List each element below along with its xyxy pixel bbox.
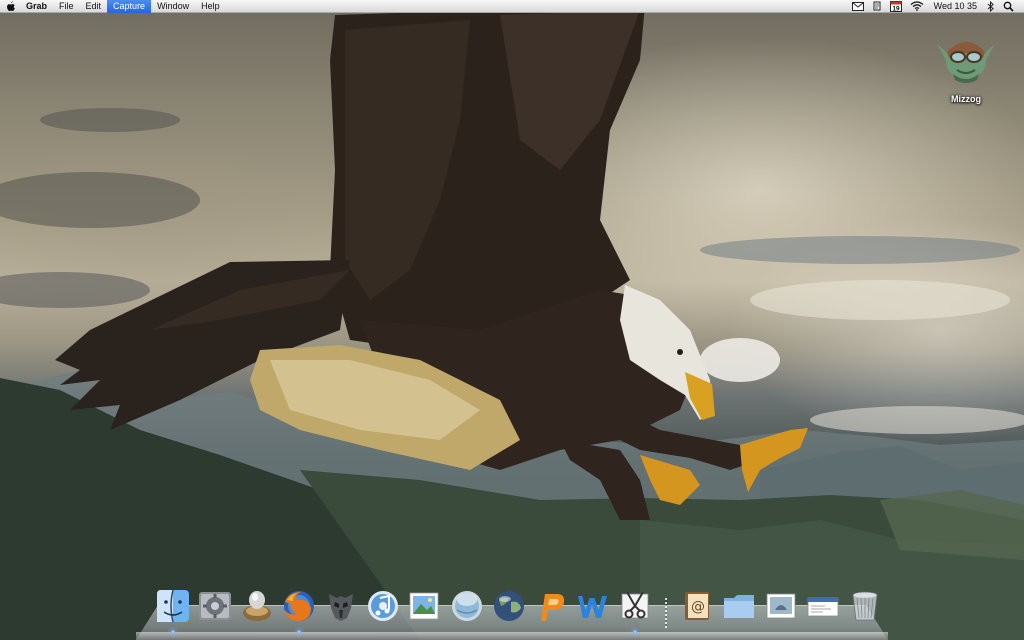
wifi-icon[interactable] xyxy=(906,0,928,13)
earth-globe-icon xyxy=(494,591,524,621)
dock-item-time-machine[interactable] xyxy=(449,588,485,630)
goblin-aviator-icon xyxy=(933,30,999,86)
grab-icon xyxy=(621,591,649,619)
dock-item-pages[interactable] xyxy=(533,588,569,630)
bluetooth-icon[interactable] xyxy=(983,0,999,13)
eagle-wallpaper-illustration xyxy=(0,5,1024,640)
finder-icon xyxy=(157,589,189,623)
itunes-icon xyxy=(368,591,398,621)
desktop-icon-label: Mizzog xyxy=(951,94,981,104)
address-book-icon: @ xyxy=(685,592,709,620)
dock-item-itunes[interactable] xyxy=(365,588,401,630)
photo-stack-icon xyxy=(766,593,796,619)
mail-icon[interactable] xyxy=(848,0,868,13)
trash-icon xyxy=(852,591,878,621)
dock-stack-mail[interactable] xyxy=(805,588,841,630)
dock-item-wordpress[interactable] xyxy=(575,588,611,630)
dock-separator xyxy=(665,598,667,628)
menu-edit[interactable]: Edit xyxy=(80,0,108,13)
running-indicator xyxy=(171,630,175,634)
desktop-wallpaper xyxy=(0,0,1024,640)
dock-item-growl[interactable] xyxy=(239,588,275,630)
dock-stack-photos[interactable] xyxy=(763,588,799,630)
iphoto-icon xyxy=(409,592,439,620)
script-icon[interactable] xyxy=(868,0,886,13)
dock-item-autobots[interactable] xyxy=(323,588,359,630)
system-preferences-icon xyxy=(199,592,231,620)
dock-shelf-edge xyxy=(136,632,888,640)
dock-stack-address-book[interactable]: @ xyxy=(679,588,715,630)
time-machine-icon xyxy=(452,591,482,621)
desktop-icon-mizzog[interactable]: Mizzog xyxy=(928,30,1004,110)
menu-capture[interactable]: Capture xyxy=(107,0,152,13)
calendar-day: 19 xyxy=(892,5,900,11)
growl-icon xyxy=(243,591,271,621)
dock-item-iphoto[interactable] xyxy=(407,588,443,630)
dock-stack-documents[interactable] xyxy=(721,588,757,630)
menu-bar: Grab File Edit Capture Window Help 19 We… xyxy=(0,0,1024,13)
menu-bar-left: Grab File Edit Capture Window Help xyxy=(0,0,226,13)
autobots-icon xyxy=(329,594,353,621)
menu-help[interactable]: Help xyxy=(195,0,226,13)
running-indicator xyxy=(297,630,301,634)
dock-item-earth[interactable] xyxy=(491,588,527,630)
svg-text:@: @ xyxy=(691,599,705,615)
firefox-icon xyxy=(284,591,314,621)
menu-file[interactable]: File xyxy=(53,0,80,13)
dock-item-finder[interactable] xyxy=(155,588,191,634)
menu-bar-status: 19 Wed 10 35 xyxy=(848,0,1024,13)
menu-window[interactable]: Window xyxy=(151,0,195,13)
calendar-icon[interactable]: 19 xyxy=(886,0,906,13)
dock-item-firefox[interactable] xyxy=(281,588,317,634)
running-indicator xyxy=(633,630,637,634)
mail-stack-icon xyxy=(807,597,839,617)
pages-p-icon xyxy=(541,594,565,621)
dock-item-system-preferences[interactable] xyxy=(197,588,233,630)
wordpress-w-icon xyxy=(578,596,607,618)
dock: @ xyxy=(155,586,883,634)
dock-trash[interactable] xyxy=(847,588,883,630)
menu-clock[interactable]: Wed 10 35 xyxy=(928,0,983,13)
apple-logo-icon[interactable] xyxy=(0,0,22,13)
dock-item-grab[interactable] xyxy=(617,588,653,634)
spotlight-search-icon[interactable] xyxy=(999,0,1018,13)
documents-folder-icon xyxy=(724,595,754,618)
menu-app-name[interactable]: Grab xyxy=(22,0,53,13)
